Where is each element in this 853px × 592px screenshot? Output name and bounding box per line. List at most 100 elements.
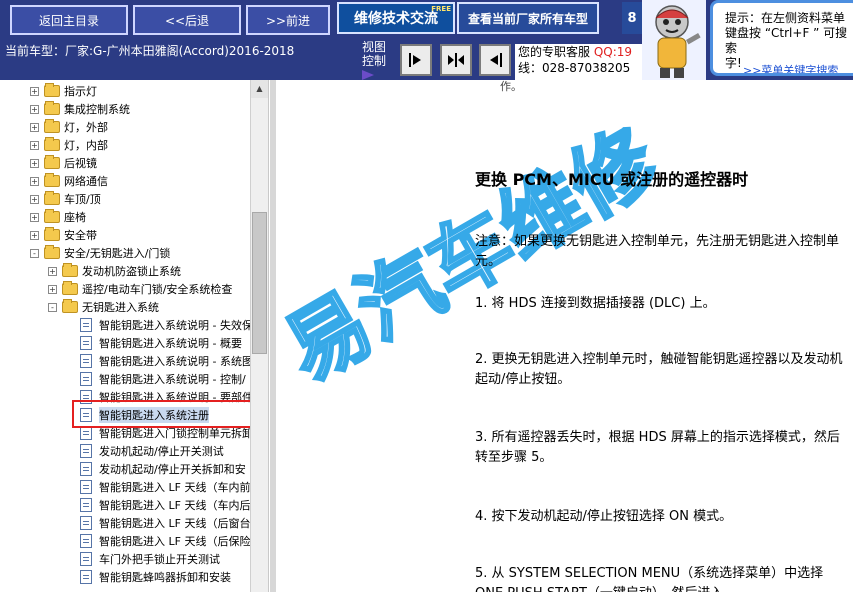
- document-icon: [80, 336, 92, 350]
- tree-doc-item[interactable]: 发动机起动/停止开关测试: [80, 442, 224, 460]
- expand-icon[interactable]: +: [30, 104, 39, 114]
- folder-icon: [62, 299, 78, 313]
- expand-icon[interactable]: +: [30, 212, 39, 222]
- tech-exchange-button[interactable]: 维修技术交流 FREE: [337, 2, 455, 34]
- expand-icon[interactable]: +: [30, 194, 39, 204]
- tree-folder-item[interactable]: + 后视镜: [30, 154, 97, 172]
- expand-icon[interactable]: +: [48, 284, 57, 294]
- folder-icon: [44, 119, 60, 133]
- tree-doc-item[interactable]: 智能钥匙进入系统说明 - 控制/: [80, 370, 246, 388]
- tree-folder-item[interactable]: + 座椅: [30, 208, 86, 226]
- view-right-button[interactable]: [400, 44, 432, 76]
- tree-item-label: 智能钥匙进入 LF 天线（车内后: [99, 499, 251, 512]
- arrow-right-icon: [409, 53, 421, 67]
- tree-item-label: 车门外把手锁止开关测试: [99, 553, 220, 566]
- tree-item-label: 发动机起动/停止开关测试: [99, 445, 224, 458]
- tree-doc-item[interactable]: 智能钥匙进入 LF 天线（车内后: [80, 496, 250, 514]
- tree-item-label: 指示灯: [64, 85, 97, 98]
- tree-doc-item[interactable]: 智能钥匙进入 LF 天线（车内前: [80, 478, 250, 496]
- back-button[interactable]: <<后退: [133, 5, 241, 35]
- view-control-label: 视图控制: [362, 40, 387, 68]
- tree-item-label: 安全带: [64, 229, 97, 242]
- scroll-thumb[interactable]: [252, 212, 267, 354]
- menu-keyword-search-link[interactable]: >>菜单关键字搜索: [743, 63, 838, 73]
- tree-folder-item[interactable]: - 安全/无钥匙进入/门锁: [30, 244, 170, 262]
- header: 返回主目录 <<后退 >>前进 维修技术交流 FREE 查看当前厂家所有车型 8…: [0, 0, 853, 80]
- sidebar-tree: + 指示灯 + 集成控制系统 + 灯，外部 + 灯，内部 + 后视镜 + 网络通信 + 车顶/顶 + 座椅 + 安…: [0, 80, 269, 592]
- tree-item-label: 集成控制系统: [64, 103, 130, 116]
- document-icon: [80, 534, 92, 548]
- folder-icon: [44, 83, 60, 97]
- tree-item-label: 后视镜: [64, 157, 97, 170]
- tree-item-label: 发动机防盗锁止系统: [82, 265, 181, 278]
- tree-doc-item[interactable]: 智能钥匙进入系统说明 - 失效保: [80, 316, 253, 334]
- collapse-icon[interactable]: -: [48, 302, 57, 312]
- scroll-up-icon[interactable]: ▲: [251, 80, 268, 98]
- tree-folder-item[interactable]: + 发动机防盗锁止系统: [48, 262, 181, 280]
- document-icon: [80, 318, 92, 332]
- tree-doc-item[interactable]: 智能钥匙进入系统说明 - 系统图: [80, 352, 253, 370]
- expand-icon[interactable]: +: [30, 176, 39, 186]
- top-text-fragment: 作。: [500, 80, 522, 93]
- tree-folder-item[interactable]: + 灯，内部: [30, 136, 108, 154]
- tree-folder-item[interactable]: - 无钥匙进入系统: [48, 298, 159, 316]
- sidebar-scrollbar[interactable]: ▲: [250, 80, 268, 592]
- tree-doc-item[interactable]: 智能钥匙蜂鸣器拆卸和安装: [80, 568, 231, 586]
- qq-link[interactable]: QQ:19: [594, 45, 632, 59]
- tree-item-label: 智能钥匙进入系统说明 - 系统图: [99, 355, 253, 368]
- expand-icon[interactable]: +: [30, 86, 39, 96]
- tree-folder-item[interactable]: + 遥控/电动车门锁/安全系统检查: [48, 280, 232, 298]
- folder-icon: [44, 227, 60, 241]
- tree-doc-item[interactable]: 智能钥匙进入系统说明 - 概要: [80, 334, 242, 352]
- tree-item-label: 智能钥匙进入 LF 天线（后保险: [99, 535, 251, 548]
- free-badge: FREE: [431, 5, 451, 13]
- tree-folder-item[interactable]: + 灯，外部: [30, 118, 108, 136]
- view-both-button[interactable]: [440, 44, 472, 76]
- tree-folder-item[interactable]: + 指示灯: [30, 82, 97, 100]
- document-icon: [80, 426, 92, 440]
- tree-doc-item[interactable]: 车门外把手锁止开关测试: [80, 550, 220, 568]
- step-3: 3. 所有遥控器丢失时，根据 HDS 屏幕上的指示选择模式，然后转至步骤 5。: [475, 430, 840, 465]
- service-phone: 线：028-87038205: [518, 61, 631, 75]
- collapse-icon[interactable]: -: [30, 248, 39, 258]
- step-4: 4. 按下发动机起动/停止按钮选择 ON 模式。: [475, 509, 733, 524]
- document-icon: [80, 354, 92, 368]
- tip-line-2: 键盘按 “Ctrl+F ” 可搜索: [725, 26, 848, 55]
- document-icon: [80, 462, 92, 476]
- tree-doc-item[interactable]: 智能钥匙进入 LF 天线（后窗台: [80, 514, 250, 532]
- all-models-button[interactable]: 查看当前厂家所有车型: [457, 2, 599, 34]
- folder-icon: [44, 245, 60, 259]
- tree-doc-item[interactable]: 智能钥匙进入 LF 天线（后保险: [80, 532, 250, 550]
- document-icon: [80, 480, 92, 494]
- folder-icon: [62, 263, 78, 277]
- mascot-icon: [642, 0, 706, 80]
- arrow-left-icon: [490, 53, 502, 67]
- tree-folder-item[interactable]: + 车顶/顶: [30, 190, 101, 208]
- expand-icon[interactable]: +: [30, 140, 39, 150]
- selected-item-highlight: [72, 400, 268, 428]
- expand-icon[interactable]: +: [30, 158, 39, 168]
- document-icon: [80, 444, 92, 458]
- tree-item-label: 灯，外部: [64, 121, 108, 134]
- forward-button[interactable]: >>前进: [246, 5, 330, 35]
- home-button[interactable]: 返回主目录: [10, 5, 128, 35]
- view-control-arrow-icon: [362, 70, 374, 80]
- tip-line-1: 提示：在左侧资料菜单: [725, 11, 846, 25]
- extra-button[interactable]: 8: [622, 2, 642, 34]
- tree-folder-item[interactable]: + 集成控制系统: [30, 100, 130, 118]
- tree-folder-item[interactable]: + 网络通信: [30, 172, 108, 190]
- tree-item-label: 座椅: [64, 211, 86, 224]
- expand-icon[interactable]: +: [30, 122, 39, 132]
- expand-icon[interactable]: +: [48, 266, 57, 276]
- tree-item-label: 发动机起动/停止开关拆卸和安: [99, 463, 246, 476]
- folder-icon: [44, 137, 60, 151]
- document-icon: [80, 498, 92, 512]
- split-view-icon: [448, 53, 464, 67]
- view-left-button[interactable]: [479, 44, 511, 76]
- document-content: 作。 易汽车维修 更换 PCM、MICU 或注册的遥控器时 注意：如果更换无钥匙…: [270, 80, 853, 592]
- folder-icon: [44, 191, 60, 205]
- tree-folder-item[interactable]: + 安全带: [30, 226, 97, 244]
- tree-doc-item[interactable]: 发动机起动/停止开关拆卸和安: [80, 460, 246, 478]
- document-icon: [80, 570, 92, 584]
- expand-icon[interactable]: +: [30, 230, 39, 240]
